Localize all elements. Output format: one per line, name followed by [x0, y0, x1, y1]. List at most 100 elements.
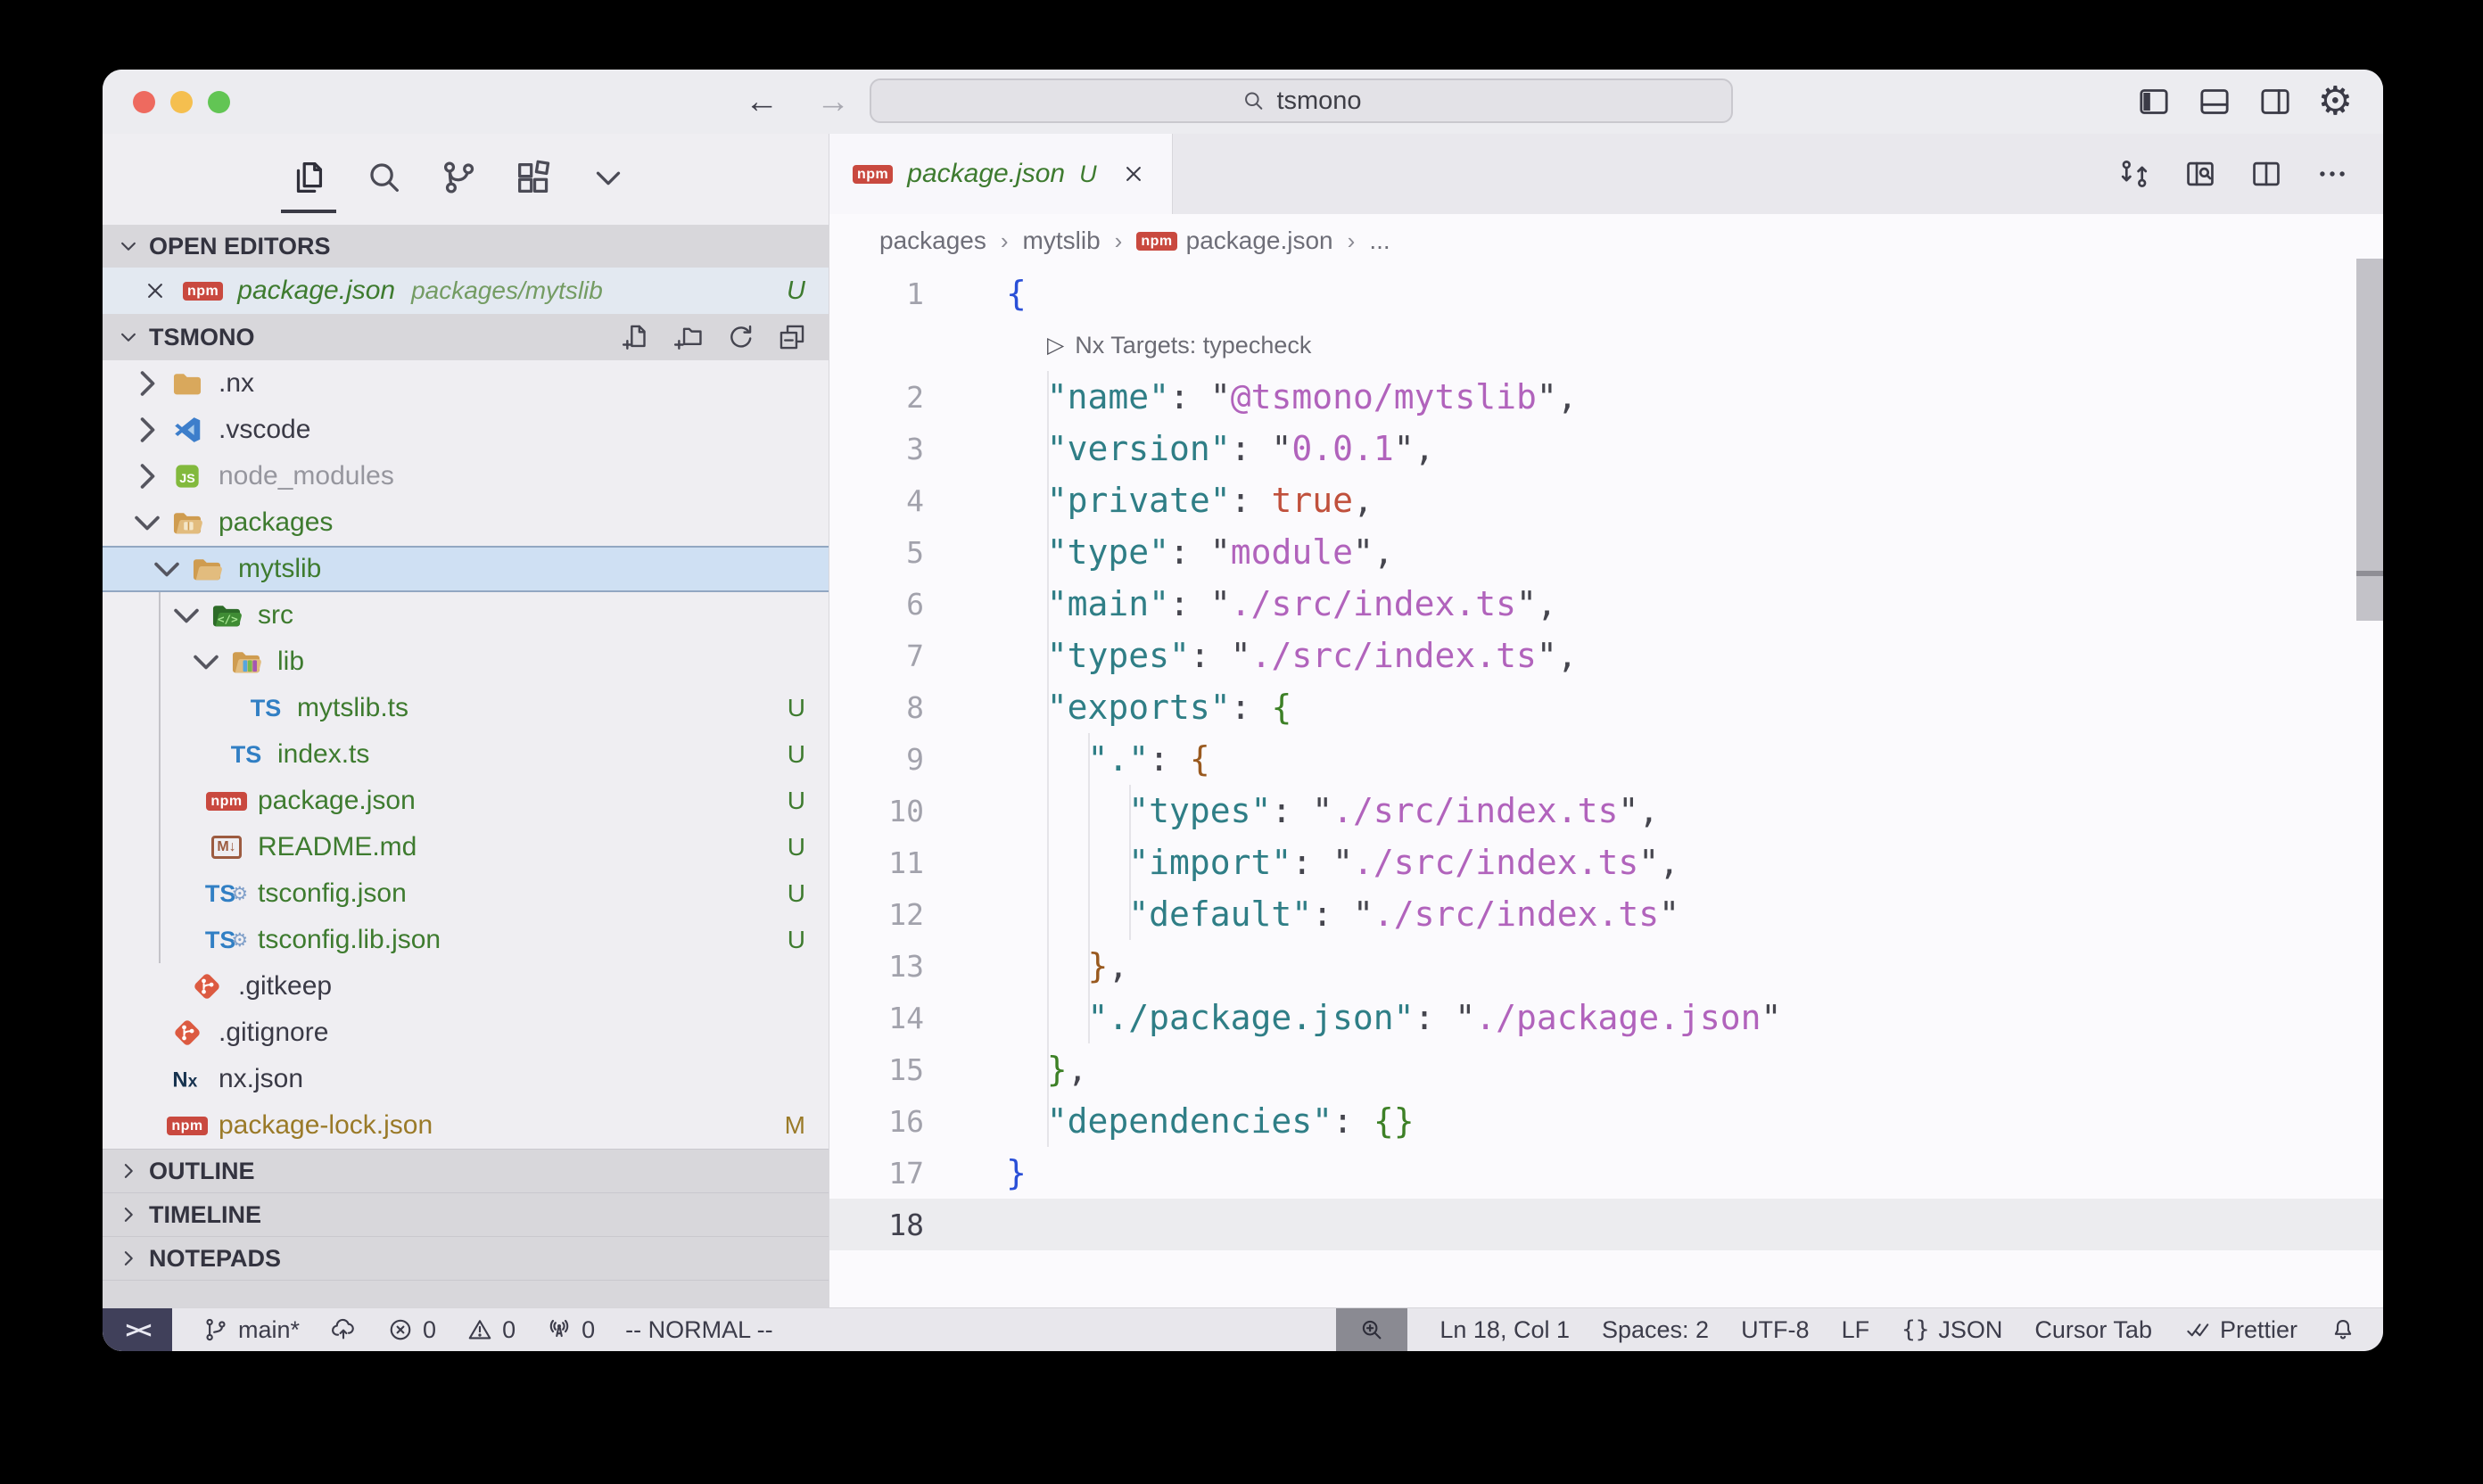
- tab-package-json[interactable]: npm package.json U: [829, 134, 1173, 214]
- sidebar-section-notepads[interactable]: NOTEPADS: [103, 1236, 829, 1280]
- chevron-down-icon[interactable]: [160, 592, 210, 639]
- chevron-right-icon[interactable]: [120, 453, 170, 499]
- run-icon[interactable]: ▷: [1047, 332, 1064, 359]
- view-explorer[interactable]: [281, 145, 336, 213]
- collapse-folders-icon[interactable]: [777, 322, 807, 352]
- status-json[interactable]: {}JSON: [1901, 1316, 2002, 1344]
- code-line-7[interactable]: 7 "types": "./src/index.ts",: [829, 630, 2383, 681]
- chevron-right-icon[interactable]: [120, 407, 170, 453]
- codelens-nx-targets[interactable]: ▷Nx Targets: typecheck: [829, 319, 2383, 371]
- status-0[interactable]: 0: [387, 1316, 436, 1344]
- view-more-views-chevron[interactable]: [581, 145, 636, 213]
- status-ln-18-col-1[interactable]: Ln 18, Col 1: [1439, 1316, 1570, 1344]
- view-search[interactable]: [356, 145, 411, 213]
- close-tab-icon[interactable]: [1120, 161, 1147, 187]
- git-status-badge: U: [788, 740, 805, 769]
- status-main[interactable]: main*: [202, 1316, 300, 1344]
- explorer-section-header[interactable]: TSMONO: [103, 314, 829, 360]
- code-line-16[interactable]: 16 "dependencies": {}: [829, 1095, 2383, 1147]
- tree-item-.vscode[interactable]: .vscode: [103, 407, 829, 453]
- forward-arrow-icon[interactable]: →: [816, 83, 850, 121]
- breadcrumb-item[interactable]: mytslib: [1023, 227, 1101, 255]
- new-file-icon[interactable]: [622, 322, 652, 352]
- tree-item-tsconfig.lib.json[interactable]: TS⚙ tsconfig.lib.jsonU: [103, 917, 829, 963]
- minimize-window-button[interactable]: [170, 91, 193, 113]
- status-normal[interactable]: -- NORMAL --: [625, 1316, 772, 1344]
- tree-item-node_modules[interactable]: JS node_modules: [103, 453, 829, 499]
- tree-item-src[interactable]: </> src: [103, 592, 829, 639]
- status-prettier[interactable]: Prettier: [2184, 1316, 2297, 1344]
- code-line-3[interactable]: 3 "version": "0.0.1",: [829, 423, 2383, 474]
- tree-item-index.ts[interactable]: TS index.tsU: [103, 731, 829, 778]
- code-line-13[interactable]: 13 },: [829, 940, 2383, 992]
- settings-gear-icon[interactable]: ⚙: [2318, 82, 2353, 121]
- back-arrow-icon[interactable]: ←: [745, 83, 779, 121]
- tree-item-package.json[interactable]: npm package.jsonU: [103, 778, 829, 824]
- status-spaces-2[interactable]: Spaces: 2: [1602, 1316, 1709, 1344]
- code-line-14[interactable]: 14 "./package.json": "./package.json": [829, 992, 2383, 1043]
- toggle-panel-icon[interactable]: [2197, 84, 2232, 120]
- open-changes-icon[interactable]: [2117, 157, 2151, 191]
- code-line-15[interactable]: 15 },: [829, 1043, 2383, 1095]
- status-utf-8[interactable]: UTF-8: [1741, 1316, 1810, 1344]
- tree-item-.gitkeep[interactable]: .gitkeep: [103, 963, 829, 1010]
- status-0[interactable]: 0: [546, 1316, 595, 1344]
- sidebar-section-timeline[interactable]: TIMELINE: [103, 1192, 829, 1236]
- chevron-down-icon[interactable]: [120, 499, 170, 546]
- command-center-search[interactable]: tsmono: [870, 78, 1733, 123]
- scrollbar-thumb[interactable]: [2356, 576, 2383, 621]
- toggle-secondary-sidebar-icon[interactable]: [2257, 84, 2293, 120]
- remote-indicator[interactable]: ><: [103, 1308, 172, 1351]
- code-line-11[interactable]: 11 "import": "./src/index.ts",: [829, 837, 2383, 888]
- view-source-control[interactable]: [431, 145, 486, 213]
- status-cursor-tab[interactable]: Cursor Tab: [2034, 1316, 2152, 1344]
- status-lf[interactable]: LF: [1842, 1316, 1870, 1344]
- status-0[interactable]: 0: [466, 1316, 516, 1344]
- code-line-4[interactable]: 4 "private": true,: [829, 474, 2383, 526]
- breadcrumb-item[interactable]: npm package.json: [1136, 227, 1332, 255]
- code-line-6[interactable]: 6 "main": "./src/index.ts",: [829, 578, 2383, 630]
- code-line-2[interactable]: 2 "name": "@tsmono/mytslib",: [829, 371, 2383, 423]
- new-folder-icon[interactable]: [673, 322, 704, 352]
- status-bell[interactable]: [2330, 1316, 2356, 1343]
- tree-item-lib[interactable]: lib: [103, 639, 829, 685]
- refresh-explorer-icon[interactable]: [725, 322, 755, 352]
- code-line-18[interactable]: 18: [829, 1199, 2383, 1250]
- tree-item-.gitignore[interactable]: .gitignore: [103, 1010, 829, 1056]
- tree-item-package-lock.json[interactable]: npm package-lock.jsonM: [103, 1102, 829, 1149]
- zoom-button[interactable]: [1336, 1308, 1407, 1351]
- open-editors-header[interactable]: OPEN EDITORS: [103, 225, 829, 268]
- chevron-right-icon[interactable]: [120, 360, 170, 407]
- code-line-17[interactable]: 17 }: [829, 1147, 2383, 1199]
- code-line-1[interactable]: 1 {: [829, 268, 2383, 319]
- tree-item-mytslib[interactable]: mytslib: [103, 546, 829, 592]
- code-line-8[interactable]: 8 "exports": {: [829, 681, 2383, 733]
- open-editor-item[interactable]: npm package.json packages/mytslib U: [103, 268, 829, 314]
- tree-item-tsconfig.json[interactable]: TS⚙ tsconfig.jsonU: [103, 870, 829, 917]
- close-window-button[interactable]: [133, 91, 155, 113]
- tree-item-packages[interactable]: packages: [103, 499, 829, 546]
- toggle-primary-sidebar-icon[interactable]: [2136, 84, 2172, 120]
- split-editor-icon[interactable]: [2249, 157, 2283, 191]
- code-line-9[interactable]: 9 ".": {: [829, 733, 2383, 785]
- tree-item-nx.json[interactable]: Nx nx.json: [103, 1056, 829, 1102]
- tree-item-README.md[interactable]: M↓ README.mdU: [103, 824, 829, 870]
- zoom-window-button[interactable]: [208, 91, 230, 113]
- tree-item-.nx[interactable]: .nx: [103, 360, 829, 407]
- breadcrumb-item[interactable]: packages: [879, 227, 986, 255]
- code-line-5[interactable]: 5 "type": "module",: [829, 526, 2383, 578]
- code-line-10[interactable]: 10 "types": "./src/index.ts",: [829, 785, 2383, 837]
- status-cloud-upload[interactable]: [330, 1316, 357, 1343]
- sidebar-section-outline[interactable]: OUTLINE: [103, 1149, 829, 1192]
- tree-item-mytslib.ts[interactable]: TS mytslib.tsU: [103, 685, 829, 731]
- search-in-panel-icon[interactable]: [2183, 157, 2217, 191]
- more-actions-icon[interactable]: [2315, 157, 2349, 191]
- chevron-down-icon[interactable]: [179, 639, 229, 685]
- close-icon[interactable]: [142, 277, 169, 304]
- chevron-down-icon[interactable]: [140, 546, 190, 592]
- code-line-12[interactable]: 12 "default": "./src/index.ts": [829, 888, 2383, 940]
- scrollbar-thumb[interactable]: [2356, 259, 2383, 571]
- breadcrumb-item[interactable]: ...: [1369, 227, 1390, 255]
- view-extensions[interactable]: [506, 145, 561, 213]
- code-editor[interactable]: 1 {▷Nx Targets: typecheck 2 "name": "@ts…: [829, 268, 2383, 1307]
